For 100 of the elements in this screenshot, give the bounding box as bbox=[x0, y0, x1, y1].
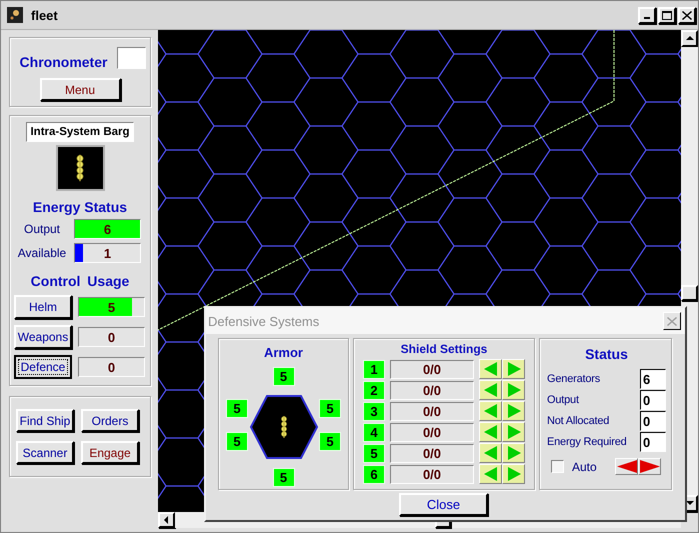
shield-number: 4 bbox=[363, 422, 385, 442]
increase-button[interactable] bbox=[502, 422, 525, 442]
chronometer-label: Chronometer bbox=[20, 54, 108, 70]
decrease-button[interactable] bbox=[479, 359, 502, 379]
close-button[interactable] bbox=[663, 312, 681, 330]
decrease-button[interactable] bbox=[479, 443, 502, 463]
section-heading: Armor bbox=[264, 345, 303, 360]
close-icon bbox=[667, 316, 677, 326]
status-field[interactable]: 0 bbox=[640, 432, 666, 452]
shield-value: 0/0 bbox=[390, 360, 474, 378]
minimize-button[interactable] bbox=[638, 6, 656, 24]
shield-value: 0/0 bbox=[390, 464, 474, 484]
ship-icon bbox=[74, 153, 86, 183]
window-title: fleet bbox=[31, 8, 59, 22]
shield-number: 3 bbox=[363, 402, 385, 420]
energy-value: 6 bbox=[104, 222, 112, 236]
left-arrow-icon bbox=[484, 425, 498, 439]
decrease-button[interactable] bbox=[479, 464, 502, 484]
right-arrow-icon bbox=[640, 460, 660, 473]
close-dialog-button[interactable]: Close bbox=[399, 493, 488, 516]
decrease-button[interactable] bbox=[479, 380, 502, 400]
down-arrow-icon bbox=[686, 501, 694, 506]
decrease-button[interactable] bbox=[479, 401, 502, 421]
shield-number: 5 bbox=[363, 444, 385, 462]
maximize-icon bbox=[662, 10, 672, 20]
control-button[interactable]: Defence bbox=[14, 355, 72, 379]
action-button[interactable]: Scanner bbox=[16, 441, 74, 464]
status-field[interactable]: 6 bbox=[640, 369, 666, 389]
ship-name-field[interactable]: Intra-System Barg bbox=[26, 122, 134, 142]
shield-number: 2 bbox=[363, 380, 385, 400]
right-arrow-icon bbox=[506, 425, 520, 439]
left-arrow-icon bbox=[484, 383, 498, 397]
right-arrow-icon bbox=[506, 467, 520, 481]
armor-value: 5 bbox=[272, 366, 294, 386]
control-button[interactable]: Helm bbox=[14, 295, 72, 319]
shield-value: 0/0 bbox=[390, 422, 474, 442]
section-heading: Status bbox=[584, 346, 629, 362]
left-arrow-icon bbox=[164, 516, 169, 524]
shield-value: 0/0 bbox=[390, 444, 474, 462]
armor-value: 5 bbox=[272, 468, 294, 487]
armor-value: 5 bbox=[226, 432, 248, 452]
shield-value: 0/0 bbox=[390, 402, 474, 420]
increase-button[interactable] bbox=[502, 401, 525, 421]
right-arrow-icon bbox=[506, 446, 520, 460]
left-arrow-icon bbox=[484, 404, 498, 418]
usage-value: 0 bbox=[108, 330, 116, 344]
control-button[interactable]: Weapons bbox=[14, 325, 72, 349]
scroll-left-button[interactable] bbox=[158, 512, 175, 528]
scroll-thumb[interactable] bbox=[681, 285, 698, 301]
left-arrow-icon bbox=[484, 362, 498, 376]
armor-value: 5 bbox=[319, 399, 341, 418]
armor-value: 5 bbox=[319, 432, 341, 452]
close-button[interactable] bbox=[678, 6, 696, 24]
ship-icon bbox=[278, 414, 288, 440]
shield-value: 0/0 bbox=[390, 380, 474, 400]
maximize-button[interactable] bbox=[658, 6, 676, 24]
increase-button[interactable] bbox=[502, 359, 525, 379]
right-arrow-icon bbox=[506, 362, 520, 376]
status-field[interactable]: 0 bbox=[640, 390, 666, 410]
menu-button[interactable]: Menu bbox=[40, 78, 120, 101]
auto-label: Auto bbox=[572, 460, 597, 474]
hexagon-drawing bbox=[250, 394, 318, 459]
next-button[interactable] bbox=[638, 458, 661, 475]
section-heading: Energy Status bbox=[32, 199, 128, 215]
status-label: Not Allocated bbox=[547, 415, 610, 427]
usage-value: 5 bbox=[108, 300, 116, 314]
increase-button[interactable] bbox=[502, 443, 525, 463]
status-label: Energy Required bbox=[547, 436, 627, 448]
status-label: Output bbox=[547, 394, 579, 406]
armor-value: 5 bbox=[226, 399, 248, 418]
energy-label: Available bbox=[16, 246, 68, 260]
left-arrow-icon bbox=[616, 460, 636, 473]
right-arrow-icon bbox=[506, 404, 520, 418]
close-icon bbox=[682, 10, 692, 20]
increase-button[interactable] bbox=[502, 380, 525, 400]
up-arrow-icon bbox=[686, 36, 694, 41]
auto-checkbox[interactable] bbox=[551, 460, 564, 473]
energy-value: 1 bbox=[104, 246, 112, 260]
previous-button[interactable] bbox=[615, 458, 638, 475]
left-arrow-icon bbox=[484, 446, 498, 460]
action-button[interactable]: Orders bbox=[81, 409, 139, 432]
shield-number: 6 bbox=[363, 464, 385, 484]
right-arrow-icon bbox=[506, 383, 520, 397]
status-field[interactable]: 0 bbox=[640, 411, 666, 431]
section-heading: Shield Settings bbox=[400, 342, 488, 356]
minimize-icon bbox=[644, 16, 650, 18]
chronometer-field[interactable] bbox=[117, 47, 146, 69]
shield-number: 1 bbox=[363, 360, 385, 378]
energy-label: Output bbox=[22, 222, 62, 236]
usage-value: 0 bbox=[108, 360, 116, 374]
section-heading: Control Usage bbox=[30, 273, 130, 289]
dialog-title: Defensive Systems bbox=[208, 314, 320, 328]
status-label: Generators bbox=[547, 373, 600, 385]
action-button[interactable]: Find Ship bbox=[16, 409, 74, 432]
decrease-button[interactable] bbox=[479, 422, 502, 442]
app-icon bbox=[7, 7, 23, 23]
action-button[interactable]: Engage bbox=[81, 441, 139, 464]
scroll-up-button[interactable] bbox=[681, 30, 698, 47]
left-arrow-icon bbox=[484, 467, 498, 481]
increase-button[interactable] bbox=[502, 464, 525, 484]
